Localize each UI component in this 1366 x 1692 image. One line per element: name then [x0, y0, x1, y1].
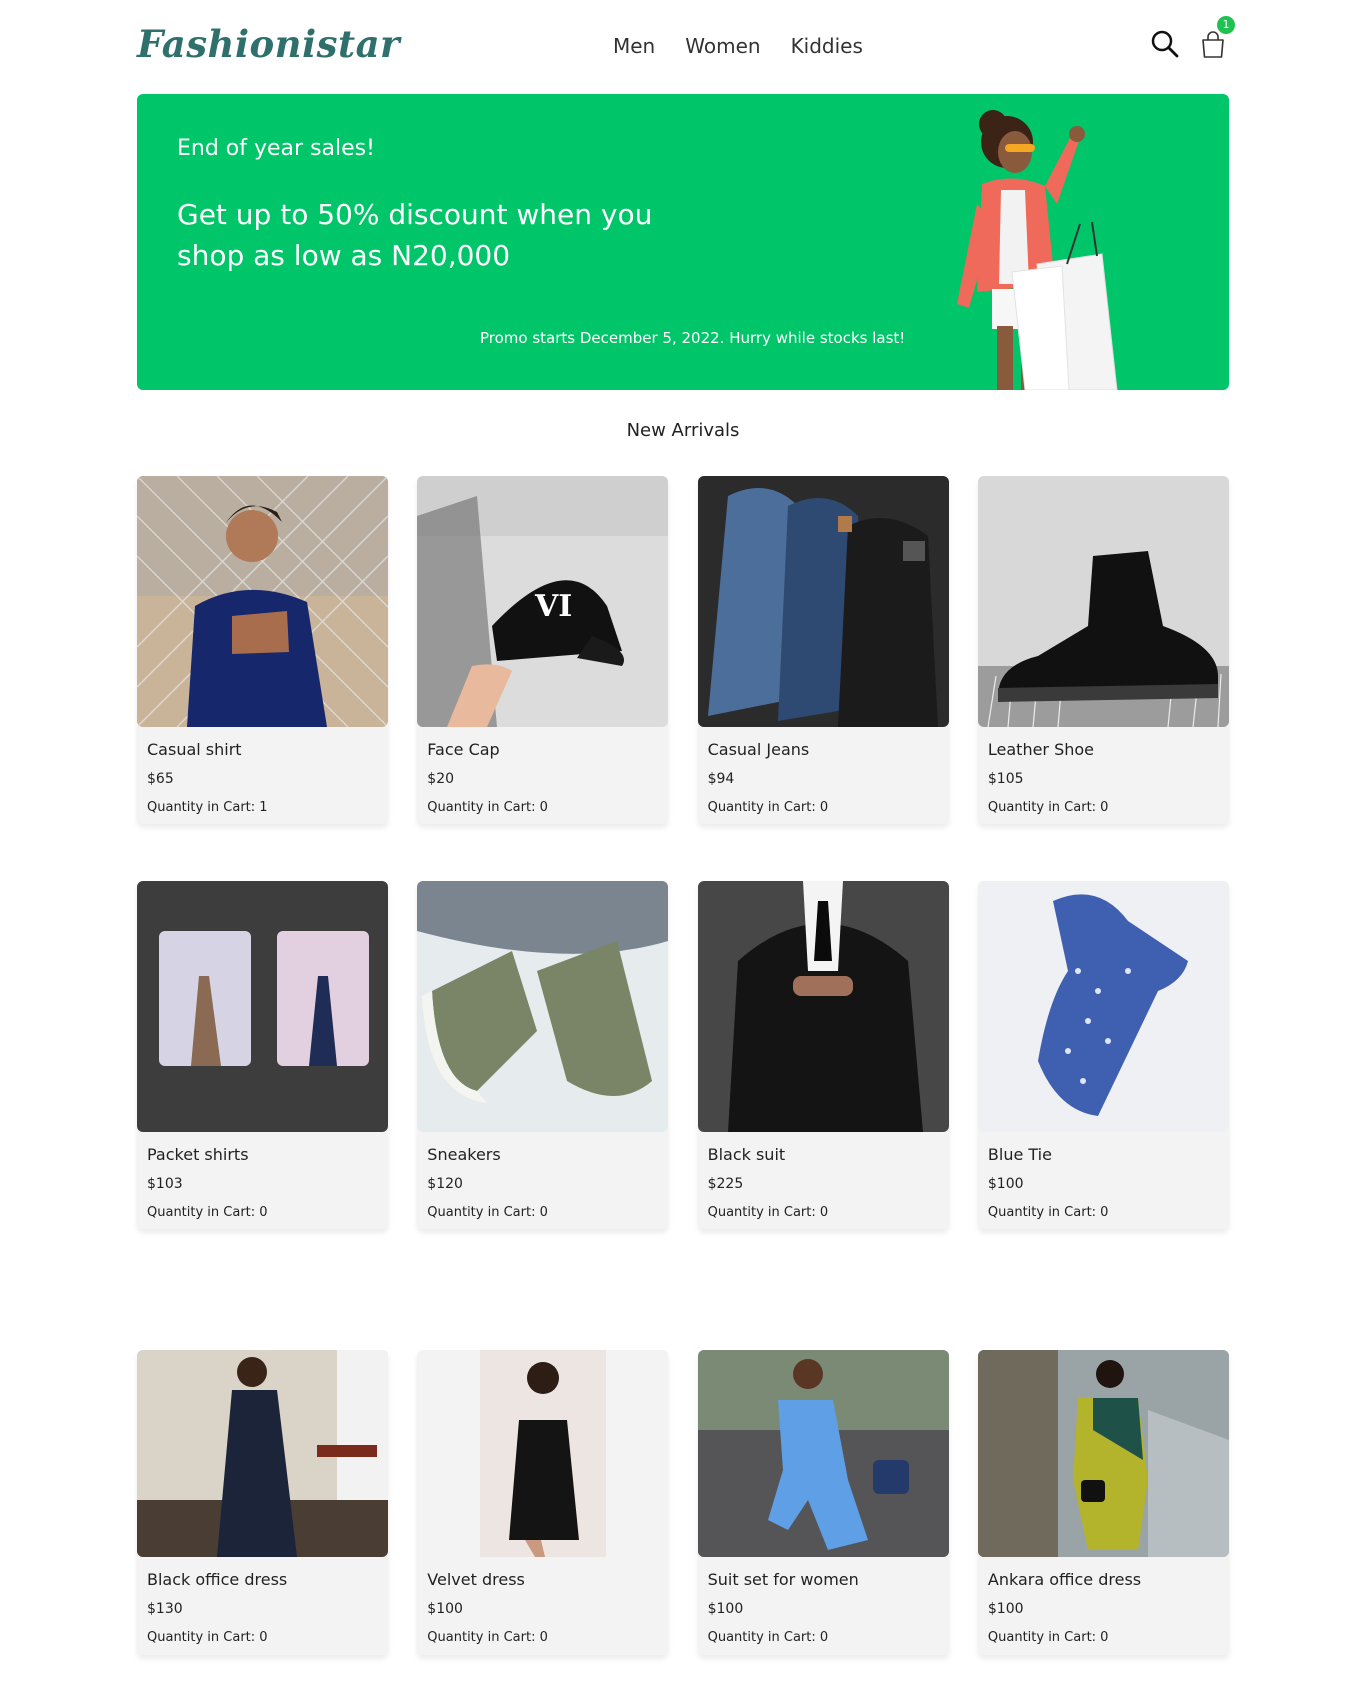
- product-price: $103: [147, 1176, 183, 1192]
- product-price: $65: [147, 771, 174, 787]
- product-card[interactable]: Leather Shoe $105 Quantity in Cart: 0: [977, 476, 1229, 824]
- brand-logo[interactable]: Fashionistar: [137, 22, 400, 66]
- product-image: [417, 1350, 669, 1557]
- shopping-bag-icon[interactable]: 1: [1197, 16, 1235, 60]
- product-cart-quantity: Quantity in Cart: 0: [427, 1205, 548, 1220]
- product-image: [697, 881, 949, 1132]
- product-card[interactable]: Casual shirt $65 Quantity in Cart: 1: [137, 476, 388, 824]
- nav-kiddies[interactable]: Kiddies: [791, 34, 863, 58]
- cart-count-badge: 1: [1217, 16, 1235, 34]
- product-price: $100: [427, 1601, 463, 1617]
- product-price: $100: [987, 1176, 1024, 1192]
- svg-text:VI: VI: [534, 589, 572, 624]
- product-card[interactable]: Casual Jeans $94 Quantity in Cart: 0: [697, 476, 949, 824]
- product-name: Packet shirts: [147, 1145, 249, 1164]
- product-card[interactable]: Suit set for women $100 Quantity in Cart…: [697, 1350, 949, 1655]
- product-cart-quantity: Quantity in Cart: 0: [147, 1630, 268, 1645]
- product-image: [137, 881, 388, 1132]
- product-cart-quantity: Quantity in Cart: 0: [707, 1205, 829, 1220]
- product-grid-row-3: Black office dress $130 Quantity in Cart…: [137, 1350, 1229, 1655]
- product-name: Ankara office dress: [987, 1570, 1142, 1589]
- product-cart-quantity: Quantity in Cart: 0: [987, 800, 1109, 815]
- nav-men[interactable]: Men: [613, 34, 655, 58]
- product-cart-quantity: Quantity in Cart: 0: [147, 1205, 268, 1220]
- product-name: Sneakers: [427, 1145, 501, 1164]
- section-title-new-arrivals: New Arrivals: [626, 420, 740, 441]
- main-nav: Men Women Kiddies: [613, 34, 863, 58]
- banner-headline: Get up to 50% discount when you shop as …: [177, 198, 653, 272]
- product-card[interactable]: Black suit $225 Quantity in Cart: 0: [697, 881, 949, 1229]
- header-actions: 1: [1149, 16, 1235, 60]
- product-image: [697, 476, 949, 727]
- product-image: VI: [417, 476, 669, 727]
- product-name: Casual shirt: [147, 740, 242, 759]
- product-price: $100: [707, 1601, 744, 1617]
- product-name: Face Cap: [427, 740, 500, 759]
- product-image: [697, 1350, 949, 1557]
- product-card[interactable]: Sneakers $120 Quantity in Cart: 0: [417, 881, 669, 1229]
- product-cart-quantity: Quantity in Cart: 0: [987, 1205, 1109, 1220]
- product-grid: Casual shirt $65 Quantity in Cart: 1 VI …: [137, 476, 1229, 1229]
- banner-kicker: End of year sales!: [177, 136, 375, 161]
- product-image: [977, 881, 1229, 1132]
- banner-note: Promo starts December 5, 2022. Hurry whi…: [480, 329, 906, 347]
- product-card[interactable]: Ankara office dress $100 Quantity in Car…: [977, 1350, 1229, 1655]
- product-cart-quantity: Quantity in Cart: 1: [147, 800, 268, 815]
- product-name: Black suit: [707, 1145, 786, 1164]
- product-name: Black office dress: [147, 1570, 288, 1589]
- promo-banner[interactable]: End of year sales! Get up to 50% discoun…: [137, 94, 1229, 390]
- product-card[interactable]: Blue Tie $100 Quantity in Cart: 0: [977, 881, 1229, 1229]
- product-image: [417, 881, 669, 1132]
- product-card[interactable]: Black office dress $130 Quantity in Cart…: [137, 1350, 388, 1655]
- product-price: $20: [427, 771, 455, 787]
- product-price: $94: [707, 771, 735, 787]
- product-image: [137, 1350, 388, 1557]
- site-header: Fashionistar Men Women Kiddies 1: [137, 16, 1235, 70]
- search-icon[interactable]: [1149, 28, 1181, 60]
- product-price: $120: [427, 1176, 463, 1192]
- product-cart-quantity: Quantity in Cart: 0: [987, 1630, 1109, 1645]
- product-cart-quantity: Quantity in Cart: 0: [427, 1630, 548, 1645]
- product-name: Velvet dress: [427, 1570, 525, 1589]
- product-card[interactable]: Velvet dress $100 Quantity in Cart: 0: [417, 1350, 669, 1655]
- product-price: $225: [707, 1176, 744, 1192]
- product-cart-quantity: Quantity in Cart: 0: [427, 800, 548, 815]
- product-name: Leather Shoe: [987, 740, 1095, 759]
- banner-model-image: [957, 110, 1118, 390]
- product-image: [137, 476, 388, 727]
- product-cart-quantity: Quantity in Cart: 0: [707, 800, 829, 815]
- product-card[interactable]: Packet shirts $103 Quantity in Cart: 0: [137, 881, 388, 1229]
- product-image: [977, 1350, 1229, 1557]
- product-name: Blue Tie: [987, 1145, 1052, 1164]
- product-name: Casual Jeans: [707, 740, 810, 759]
- product-price: $105: [987, 771, 1024, 787]
- product-cart-quantity: Quantity in Cart: 0: [707, 1630, 829, 1645]
- product-card[interactable]: VI Face Cap $20 Quantity in Cart: 0: [417, 476, 669, 824]
- product-price: $100: [987, 1601, 1024, 1617]
- nav-women[interactable]: Women: [685, 34, 760, 58]
- product-image: [977, 476, 1229, 727]
- product-name: Suit set for women: [707, 1570, 859, 1589]
- product-price: $130: [147, 1601, 183, 1617]
